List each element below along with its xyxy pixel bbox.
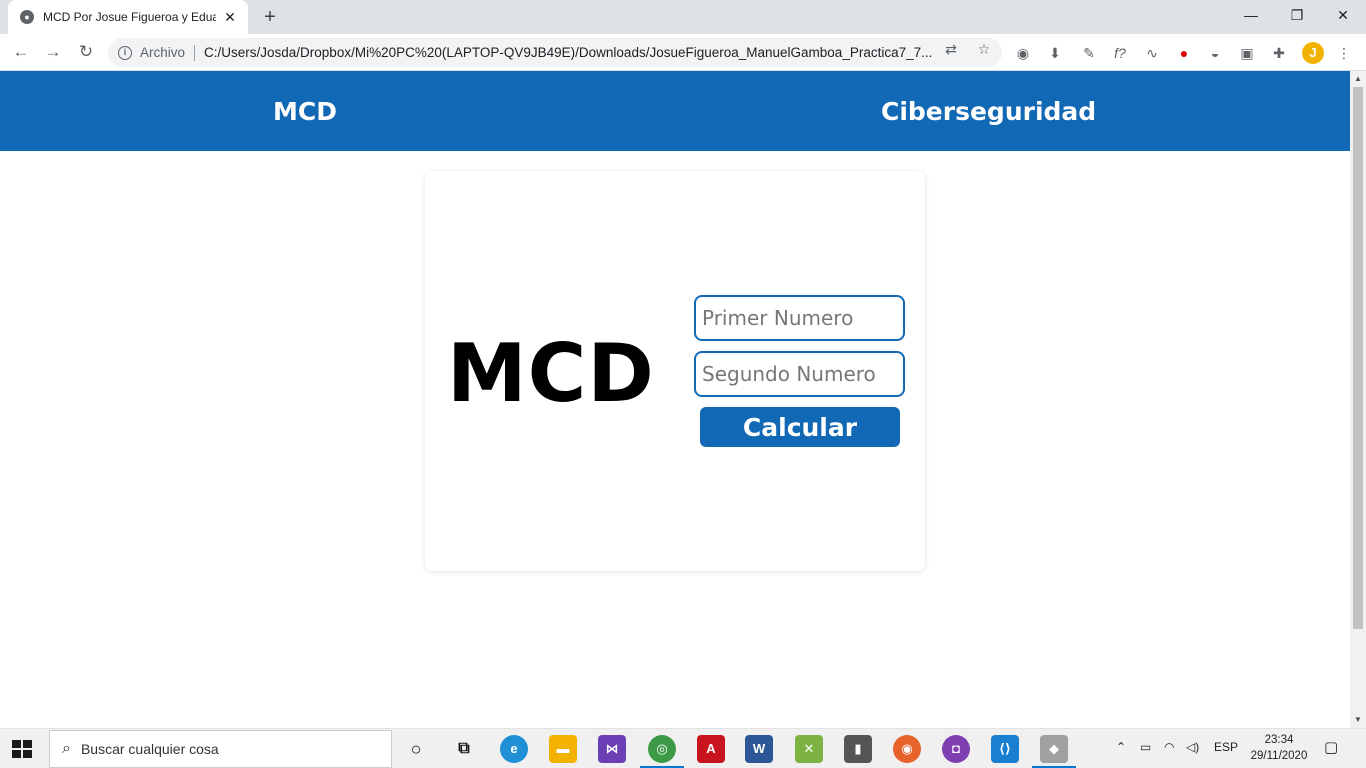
omnibox-separator (194, 44, 196, 61)
record-icon[interactable]: ● (1174, 43, 1194, 63)
clock-date: 29/11/2020 (1250, 750, 1308, 762)
first-number-input[interactable] (694, 295, 905, 341)
store-app-icon[interactable]: ◆ (1040, 735, 1068, 763)
restore-button[interactable]: ❐ (1274, 0, 1320, 30)
clock-time: 23:34 (1264, 734, 1294, 746)
cat-icon[interactable]: ◒ (1205, 43, 1225, 63)
windows-start-icon[interactable] (12, 740, 32, 758)
url-text[interactable]: C:/Users/Josda/Dropbox/Mi%20PC%20(LAPTOP… (204, 45, 932, 60)
globe-icon: ● (20, 10, 34, 24)
task-view-icon[interactable]: ⧉ (450, 735, 478, 763)
formula-icon[interactable]: f? (1110, 43, 1130, 63)
close-window-button[interactable]: ✕ (1320, 0, 1366, 30)
page-scrollbar[interactable]: ▲ ▼ (1350, 71, 1366, 728)
xcode-tool-icon[interactable]: ✕ (795, 735, 823, 763)
menu-dots-icon[interactable]: ⋮ (1334, 43, 1354, 63)
translate-icon[interactable]: ⇄ (942, 40, 960, 58)
address-bar[interactable]: i Archivo C:/Users/Josda/Dropbox/Mi%20PC… (108, 38, 1002, 67)
scrollbar-thumb[interactable] (1353, 87, 1363, 629)
puzzle-icon[interactable]: ✚ (1269, 43, 1289, 63)
close-tab-icon[interactable]: ✕ (222, 9, 238, 26)
eyedropper-icon[interactable]: ✎ (1079, 43, 1099, 63)
terminal-icon[interactable]: ▮ (844, 735, 872, 763)
forward-icon[interactable]: → (41, 40, 65, 64)
mastodon-icon[interactable]: ◘ (942, 735, 970, 763)
page-viewport: MCD Ciberseguridad MCD Calcular (0, 71, 1350, 728)
browser-tab[interactable]: ● MCD Por Josue Figueroa y Eduardo ✕ (8, 0, 248, 34)
vscode-icon[interactable]: ⟨⟩ (991, 735, 1019, 763)
tab-strip: ● MCD Por Josue Figueroa y Eduardo ✕ + —… (0, 0, 1366, 34)
visual-studio-icon[interactable]: ⋈ (598, 735, 626, 763)
search-icon: ⌕ (62, 740, 71, 757)
chrome-icon[interactable]: ◎ (648, 735, 676, 763)
mcd-card: MCD Calcular (425, 171, 925, 571)
media-icon[interactable]: ▣ (1237, 43, 1257, 63)
tab-title: MCD Por Josue Figueroa y Eduardo (43, 10, 216, 24)
search-placeholder: Buscar cualquier cosa (80, 741, 219, 757)
wave-icon[interactable]: ∿ (1142, 43, 1162, 63)
acrobat-icon[interactable]: A (697, 735, 725, 763)
calculate-button[interactable]: Calcular (700, 407, 900, 447)
notifications-icon[interactable]: ▢ (1324, 738, 1338, 756)
download-icon[interactable]: ⬇ (1045, 43, 1065, 63)
bookmark-star-icon[interactable]: ☆ (975, 40, 993, 58)
volume-icon[interactable]: ◁) (1186, 740, 1199, 754)
minimize-button[interactable]: — (1228, 0, 1274, 30)
word-icon[interactable]: W (745, 735, 773, 763)
file-explorer-icon[interactable]: ▬ (549, 735, 577, 763)
wifi-icon[interactable]: ◠ (1164, 740, 1174, 754)
nav-link-mcd[interactable]: MCD (273, 97, 337, 126)
scroll-up-icon[interactable]: ▲ (1350, 71, 1366, 87)
taskbar-search[interactable]: ⌕ Buscar cualquier cosa (49, 730, 392, 768)
info-icon[interactable]: i (118, 45, 132, 60)
scroll-down-icon[interactable]: ▼ (1350, 712, 1366, 728)
new-tab-button[interactable]: + (259, 6, 281, 28)
battery-icon[interactable]: ▭ (1140, 740, 1151, 754)
browser-toolbar: ← → ↻ i Archivo C:/Users/Josda/Dropbox/M… (0, 34, 1366, 71)
tray-chevron-icon[interactable]: ⌃ (1116, 740, 1126, 754)
taskbar: ⌕ Buscar cualquier cosa ○ ⧉ e ▬ ⋈ ◎ A W … (0, 728, 1366, 768)
reload-icon[interactable]: ↻ (74, 40, 98, 64)
back-icon[interactable]: ← (9, 40, 33, 64)
profile-avatar[interactable]: J (1302, 42, 1324, 64)
edge-icon[interactable]: e (500, 735, 528, 763)
firefox-icon[interactable]: ◉ (893, 735, 921, 763)
second-number-input[interactable] (694, 351, 905, 397)
scheme-label: Archivo (140, 45, 186, 60)
language-indicator[interactable]: ESP (1214, 740, 1238, 754)
extension-globe-icon[interactable]: ◉ (1013, 43, 1033, 63)
site-header: MCD Ciberseguridad (0, 71, 1350, 151)
card-title: MCD (447, 327, 655, 420)
nav-link-ciberseguridad[interactable]: Ciberseguridad (881, 97, 1096, 126)
cortana-icon[interactable]: ○ (402, 735, 430, 763)
clock[interactable]: 23:34 29/11/2020 (1244, 732, 1314, 764)
